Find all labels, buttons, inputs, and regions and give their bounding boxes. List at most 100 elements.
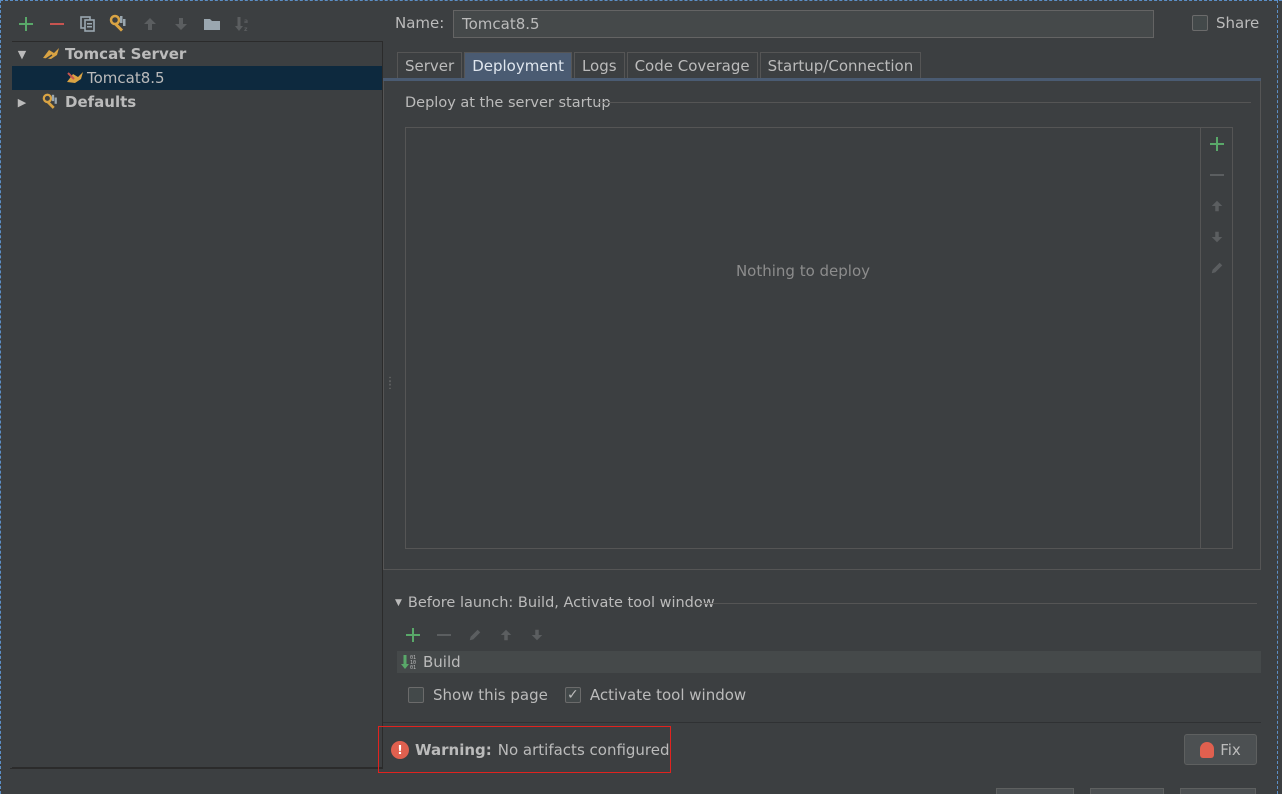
arrow-down-icon — [531, 629, 542, 641]
add-icon — [405, 628, 420, 642]
svg-text:z: z — [244, 26, 248, 33]
activate-tool-checkbox[interactable]: ✓ — [564, 687, 581, 703]
tree-group-tomcat-server[interactable]: ▼ Tomcat Server — [12, 42, 382, 66]
add-artifact-button[interactable] — [1201, 130, 1232, 158]
tree-defaults-label: Defaults — [65, 93, 137, 111]
cancel-button-edge[interactable] — [1090, 788, 1164, 794]
share-option[interactable]: Share — [1192, 14, 1259, 32]
wrench-icon — [42, 93, 57, 109]
edit-defaults-button[interactable] — [103, 11, 134, 37]
share-checkbox[interactable] — [1192, 15, 1208, 31]
share-label: Share — [1216, 14, 1260, 32]
deployment-tab-content: Deploy at the server startup Nothing to … — [383, 81, 1261, 570]
build-icon: 011001 — [401, 655, 416, 671]
sort-button[interactable]: az — [227, 11, 258, 37]
remove-configuration-button[interactable] — [41, 11, 72, 37]
add-configuration-button[interactable] — [10, 11, 41, 37]
before-launch-divider — [700, 603, 1257, 604]
folder-icon — [203, 19, 220, 30]
move-artifact-up-button[interactable] — [1201, 192, 1232, 220]
window-frame-right — [1276, 0, 1278, 794]
copy-icon — [79, 16, 95, 32]
apply-button-edge[interactable] — [1180, 788, 1256, 794]
name-input[interactable]: Tomcat8.5 — [453, 10, 1154, 38]
configurations-panel: az ▼ Tomcat Server Tomcat8.5 ▶ Defaults — [10, 0, 383, 770]
move-up-button[interactable] — [134, 11, 165, 37]
section-divider — [597, 102, 1251, 103]
arrow-up-icon — [1211, 200, 1222, 212]
create-folder-button[interactable] — [196, 11, 227, 37]
move-down-button[interactable] — [165, 11, 196, 37]
show-page-option[interactable]: Show this page — [408, 686, 548, 704]
configurations-tree: ▼ Tomcat Server Tomcat8.5 ▶ Defaults — [12, 41, 383, 768]
tree-group-label: Tomcat Server — [65, 45, 187, 63]
expand-arrow-icon[interactable]: ▼ — [15, 48, 29, 61]
collapse-triangle-icon[interactable]: ▼ — [395, 598, 402, 608]
arrow-down-icon — [1211, 231, 1222, 243]
pencil-icon — [469, 629, 480, 641]
show-page-checkbox[interactable] — [408, 687, 424, 703]
tree-group-defaults[interactable]: ▶ Defaults — [12, 90, 382, 114]
remove-icon — [49, 23, 64, 25]
add-icon — [18, 17, 33, 31]
deploy-section-title: Deploy at the server startup — [405, 95, 611, 111]
warning-text: No artifacts configured — [497, 740, 670, 759]
task-label: Build — [423, 653, 461, 671]
arrow-down-icon — [174, 18, 187, 30]
add-task-button[interactable] — [397, 622, 428, 648]
bottom-divider — [383, 722, 1261, 723]
collapse-arrow-icon[interactable]: ▶ — [15, 96, 29, 109]
sort-icon: az — [234, 17, 248, 33]
empty-list-text: Nothing to deploy — [735, 262, 871, 280]
config-tabs: Server Deployment Logs Code Coverage Sta… — [397, 52, 923, 78]
deploy-list-toolbar — [1201, 127, 1233, 549]
move-task-up-button[interactable] — [490, 622, 521, 648]
before-launch-task-list: 01 10 01 Build — [397, 651, 1261, 673]
activate-tool-label: Activate tool window — [589, 686, 747, 704]
tomcat-run-icon — [67, 72, 83, 83]
tab-logs[interactable]: Logs — [573, 52, 625, 78]
tab-code-coverage[interactable]: Code Coverage — [626, 52, 758, 78]
remove-task-button[interactable] — [428, 622, 459, 648]
wrench-icon — [109, 14, 125, 32]
remove-icon — [1209, 174, 1224, 176]
svg-text:a: a — [244, 18, 248, 25]
window-frame-left — [0, 0, 2, 794]
tab-startup-connection[interactable]: Startup/Connection — [759, 52, 922, 78]
before-launch-options: Show this page ✓ Activate tool window — [408, 686, 755, 704]
fix-button[interactable]: Fix — [1184, 734, 1257, 765]
pencil-icon — [1211, 262, 1222, 274]
tab-server[interactable]: Server — [397, 52, 463, 78]
before-launch-toolbar — [397, 622, 552, 648]
svg-text:01: 01 — [410, 665, 416, 671]
remove-artifact-button[interactable] — [1201, 161, 1232, 189]
edit-artifact-button[interactable] — [1201, 254, 1232, 282]
warning-bold-label: Warning: — [415, 740, 492, 759]
deploy-artifacts-list[interactable]: Nothing to deploy — [405, 127, 1201, 549]
move-artifact-down-button[interactable] — [1201, 223, 1232, 251]
left-panel-footer — [10, 768, 383, 794]
tree-item-label: Tomcat8.5 — [87, 69, 165, 87]
activate-tool-option[interactable]: ✓ Activate tool window — [564, 686, 747, 704]
warning-icon: ! — [391, 740, 409, 759]
tree-item-tomcat8-5[interactable]: Tomcat8.5 — [12, 66, 382, 90]
ok-button-edge[interactable] — [996, 788, 1074, 794]
tomcat-icon — [43, 48, 59, 60]
add-icon — [1209, 137, 1224, 151]
tab-deployment[interactable]: Deployment — [464, 52, 572, 78]
show-page-label: Show this page — [433, 686, 548, 704]
before-launch-title: Before launch: Build, Activate tool wind… — [407, 595, 715, 611]
bulb-icon — [1200, 741, 1215, 758]
warning-message: ! Warning: No artifacts configured — [378, 726, 671, 773]
name-label: Name: — [395, 14, 445, 32]
arrow-up-icon — [500, 629, 511, 641]
list-item[interactable]: 01 10 01 Build — [401, 653, 461, 671]
edit-task-button[interactable] — [459, 622, 490, 648]
remove-icon — [436, 634, 451, 636]
fix-label: Fix — [1220, 740, 1241, 759]
before-launch-header[interactable]: ▼ Before launch: Build, Activate tool wi… — [395, 595, 715, 611]
arrow-up-icon — [143, 18, 156, 30]
configurations-toolbar: az — [10, 10, 383, 38]
move-task-down-button[interactable] — [521, 622, 552, 648]
copy-configuration-button[interactable] — [72, 11, 103, 37]
